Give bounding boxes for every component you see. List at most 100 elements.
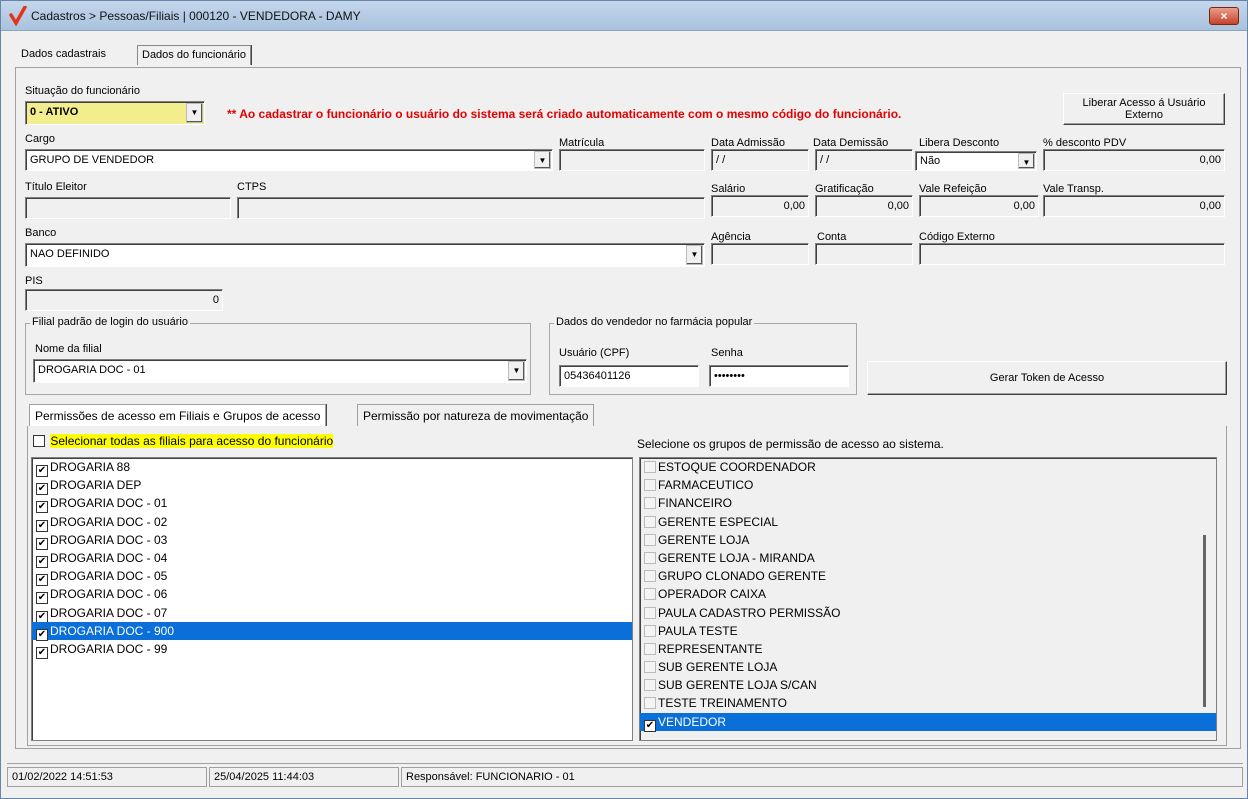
vale-transp-field[interactable]: 0,00 (1043, 195, 1225, 217)
list-item[interactable]: ESTOQUE COORDENADOR (640, 458, 1216, 476)
list-item-label: PAULA TESTE (658, 623, 738, 638)
list-item[interactable]: ✔ DROGARIA DOC - 99 (32, 640, 632, 659)
window-title: Cadastros > Pessoas/Filiais | 000120 - V… (31, 9, 361, 23)
list-item[interactable]: GRUPO CLONADO GERENTE (640, 567, 1216, 585)
list-item[interactable]: ✔ DROGARIA DOC - 06 (32, 585, 632, 605)
close-button[interactable]: × (1209, 7, 1239, 25)
list-item-label: DROGARIA DOC - 06 (50, 587, 168, 602)
list-item[interactable]: SUB GERENTE LOJA (640, 658, 1216, 676)
checked-checkbox-icon[interactable]: ✔ (36, 537, 48, 550)
list-item[interactable]: ✔ DROGARIA DOC - 04 (32, 549, 632, 568)
checked-checkbox-icon[interactable]: ✔ (36, 465, 48, 477)
select-all-row[interactable]: Selecionar todas as filiais para acesso … (33, 434, 334, 448)
chevron-down-icon[interactable] (686, 245, 703, 265)
libera-desconto-select[interactable]: Não (915, 151, 1037, 171)
chevron-down-icon[interactable] (186, 103, 203, 123)
tab-dados-cadastrais[interactable]: Dados cadastrais (17, 45, 110, 65)
codigo-externo-field[interactable] (919, 243, 1225, 265)
list-item-label: DROGARIA DOC - 04 (50, 550, 168, 565)
groups-list[interactable]: ESTOQUE COORDENADOR FARMACEUTICO FINANCEIR… (639, 457, 1217, 741)
list-item[interactable]: PAULA CADASTRO PERMISSÃO (640, 604, 1216, 622)
situacao-select[interactable]: 0 - ATIVO (25, 101, 205, 125)
data-demissao-field[interactable]: / / (815, 149, 913, 171)
title-bar: Cadastros > Pessoas/Filiais | 000120 - V… (1, 1, 1247, 31)
list-item[interactable]: ✔ DROGARIA DOC - 03 (32, 531, 632, 550)
checked-checkbox-icon[interactable]: ✔ (36, 628, 48, 641)
list-item[interactable]: ✔ DROGARIA DOC - 02 (32, 513, 632, 532)
checkbox-icon[interactable] (644, 588, 656, 601)
tab-permissao-natureza[interactable]: Permissão por natureza de movimentação (357, 404, 595, 426)
tab-permissoes-filiais[interactable]: Permissões de acesso em Filiais e Grupos… (29, 404, 327, 426)
salario-field[interactable]: 0,00 (711, 195, 809, 217)
tab-dados-funcionario[interactable]: Dados do funcionário (137, 45, 251, 65)
checkbox-icon[interactable] (644, 551, 656, 564)
usuario-cpf-field[interactable]: 05436401126 (559, 365, 699, 387)
data-admissao-field[interactable]: / / (711, 149, 809, 171)
list-item[interactable]: PAULA TESTE (640, 622, 1216, 640)
list-item[interactable]: ✔ DROGARIA 88 (32, 458, 632, 477)
list-item[interactable]: TESTE TREINAMENTO (640, 694, 1216, 712)
cargo-select[interactable]: GRUPO DE VENDEDOR (25, 149, 553, 171)
list-item-label: GRUPO CLONADO GERENTE (658, 569, 827, 584)
matricula-field[interactable] (559, 149, 705, 171)
senha-label: Senha (711, 347, 743, 359)
checkbox-icon[interactable] (644, 479, 656, 492)
banco-value: NAO DEFINIDO (30, 248, 110, 260)
list-item[interactable]: FARMACEUTICO (640, 476, 1216, 494)
checkbox-icon[interactable] (644, 661, 656, 674)
checked-checkbox-icon[interactable]: ✔ (36, 574, 48, 587)
list-item[interactable]: OPERADOR CAIXA (640, 585, 1216, 603)
filiais-list[interactable]: ✔ DROGARIA 88 ✔ DROGARIA DEP ✔ DROGARIA DOC -… (31, 457, 633, 741)
checkbox-icon[interactable] (644, 461, 656, 473)
liberar-acesso-button[interactable]: Liberar Acesso á Usuário Externo (1063, 93, 1225, 125)
checkbox-icon[interactable] (644, 642, 656, 655)
chevron-down-icon[interactable] (534, 151, 551, 169)
list-item[interactable]: GERENTE LOJA (640, 531, 1216, 549)
list-item[interactable]: ✔ DROGARIA DEP (32, 476, 632, 496)
checkbox-icon[interactable] (644, 570, 656, 583)
list-item[interactable]: GERENTE ESPECIAL (640, 513, 1216, 531)
checkbox-icon[interactable] (644, 697, 656, 710)
list-item[interactable]: REPRESENTANTE (640, 640, 1216, 658)
list-item[interactable]: FINANCEIRO (640, 494, 1216, 512)
checked-checkbox-icon[interactable]: ✔ (36, 555, 48, 568)
list-item[interactable]: ✔ DROGARIA DOC - 900 (32, 621, 632, 641)
checkbox-icon[interactable] (644, 533, 656, 546)
senha-field[interactable]: •••••••• (709, 365, 849, 387)
list-item[interactable]: SUB GERENTE LOJA S/CAN (640, 676, 1216, 694)
checked-checkbox-icon[interactable]: ✔ (36, 592, 48, 605)
titulo-eleitor-field[interactable] (25, 197, 231, 219)
checked-checkbox-icon[interactable]: ✔ (36, 610, 48, 623)
groups-scrollbar[interactable] (1203, 535, 1206, 707)
vale-refeicao-field[interactable]: 0,00 (919, 195, 1039, 217)
nome-filial-select[interactable]: DROGARIA DOC - 01 (33, 359, 527, 383)
list-item[interactable]: GERENTE LOJA - MIRANDA (640, 549, 1216, 567)
banco-select[interactable]: NAO DEFINIDO (25, 243, 705, 267)
data-demissao-label: Data Demissão (813, 137, 889, 149)
desconto-pdv-field[interactable]: 0,00 (1043, 149, 1225, 171)
checked-checkbox-icon[interactable]: ✔ (644, 719, 656, 732)
list-item-label: FINANCEIRO (658, 496, 733, 511)
checkbox-icon[interactable] (644, 497, 656, 510)
conta-field[interactable] (815, 243, 913, 265)
gratificacao-field[interactable]: 0,00 (815, 195, 913, 217)
checkbox-icon[interactable] (644, 515, 656, 528)
list-item[interactable]: ✔ DROGARIA DOC - 07 (32, 604, 632, 623)
checked-checkbox-icon[interactable]: ✔ (36, 483, 48, 496)
checkbox-icon[interactable] (644, 606, 656, 619)
checked-checkbox-icon[interactable]: ✔ (36, 646, 48, 659)
ctps-field[interactable] (237, 197, 705, 219)
select-all-checkbox[interactable] (33, 435, 45, 447)
checkbox-icon[interactable] (644, 624, 656, 637)
pis-field[interactable]: 0 (25, 289, 223, 311)
gerar-token-button[interactable]: Gerar Token de Acesso (867, 361, 1227, 395)
checkbox-icon[interactable] (644, 679, 656, 692)
list-item[interactable]: ✔ DROGARIA DOC - 05 (32, 567, 632, 587)
agencia-field[interactable] (711, 243, 809, 265)
checked-checkbox-icon[interactable]: ✔ (36, 519, 48, 532)
chevron-down-icon[interactable] (1018, 153, 1035, 169)
list-item[interactable]: ✔ DROGARIA DOC - 01 (32, 494, 632, 514)
list-item[interactable]: ✔ VENDEDOR (640, 712, 1216, 732)
chevron-down-icon[interactable] (508, 361, 525, 381)
checked-checkbox-icon[interactable]: ✔ (36, 501, 48, 514)
